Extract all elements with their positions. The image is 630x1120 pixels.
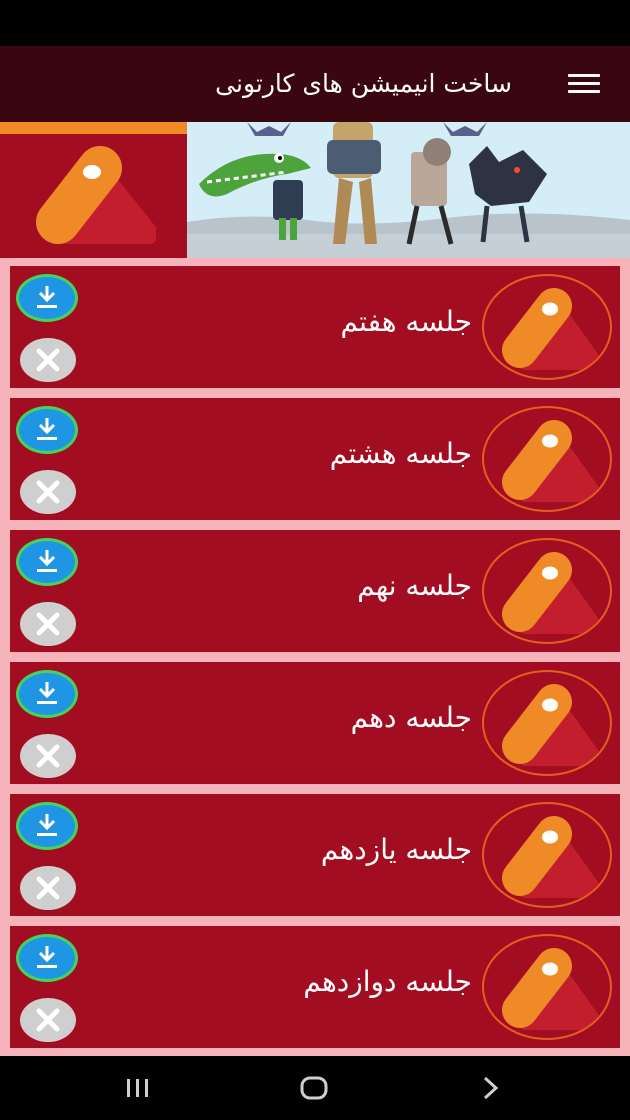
app-title: ساخت انیمیشن های کارتونی [215,69,512,98]
download-button[interactable] [16,934,78,982]
app-logo-icon [482,934,612,1040]
download-button[interactable] [16,670,78,718]
close-icon [36,876,60,900]
session-card[interactable]: جلسه هشتم [10,398,620,520]
download-icon [37,550,57,572]
app-bar: ساخت انیمیشن های کارتونی [0,46,630,122]
session-list: جلسه هفتم جلسه هشتم جلسه نهم جلسه دهم جل… [0,258,630,1056]
banner-accent-strip [0,122,187,134]
cartoon-characters-illustration [187,122,630,258]
app-logo-icon [482,802,612,908]
session-title: جلسه دهم [350,701,472,734]
download-button[interactable] [16,406,78,454]
close-icon [36,612,60,636]
app-logo-icon [482,538,612,644]
session-title: جلسه نهم [357,569,472,602]
delete-button[interactable] [20,338,76,382]
delete-button[interactable] [20,866,76,910]
close-icon [36,480,60,504]
delete-button[interactable] [20,734,76,778]
download-icon [37,946,57,968]
close-icon [36,348,60,372]
close-icon [36,1008,60,1032]
app-logo-icon [30,144,158,248]
session-title: جلسه یازدهم [320,833,472,866]
session-title: جلسه هشتم [329,437,472,470]
download-icon [37,286,57,308]
home-icon[interactable] [294,1072,334,1104]
session-title: جلسه هفتم [340,305,472,338]
download-icon [37,682,57,704]
app-logo-icon [482,406,612,512]
delete-button[interactable] [20,998,76,1042]
system-navigation-bar [0,1056,630,1120]
status-bar [0,0,630,46]
session-title: جلسه دوازدهم [303,965,472,998]
app-logo-icon [482,274,612,380]
delete-button[interactable] [20,602,76,646]
hamburger-menu-icon[interactable] [568,74,600,94]
session-card[interactable]: جلسه نهم [10,530,620,652]
back-icon[interactable] [470,1072,510,1104]
download-button[interactable] [16,538,78,586]
session-card[interactable]: جلسه یازدهم [10,794,620,916]
session-card[interactable]: جلسه هفتم [10,266,620,388]
download-icon [37,814,57,836]
close-icon [36,744,60,768]
session-card[interactable]: جلسه دوازدهم [10,926,620,1048]
recent-apps-icon[interactable] [118,1072,158,1104]
app-logo-icon [482,670,612,776]
banner [0,122,630,258]
download-button[interactable] [16,802,78,850]
download-button[interactable] [16,274,78,322]
download-icon [37,418,57,440]
banner-logo-panel [0,122,187,258]
delete-button[interactable] [20,470,76,514]
session-card[interactable]: جلسه دهم [10,662,620,784]
